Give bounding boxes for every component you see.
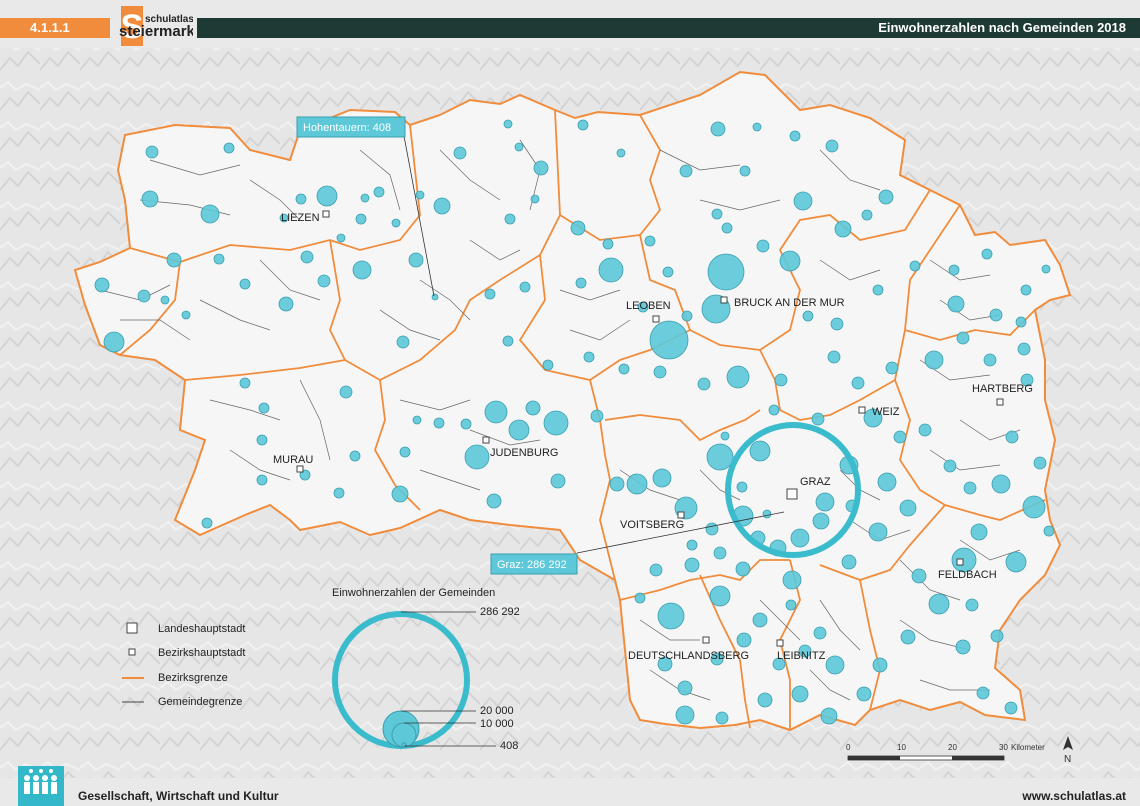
town-label-leoben: LEOBEN (626, 300, 671, 312)
scale-tick-10: 10 (897, 743, 906, 752)
legend-value-20000: 20 000 (480, 705, 514, 717)
footer-website-link[interactable]: www.schulatlas.at (1022, 789, 1126, 803)
scale-tick-30: 30 (999, 743, 1008, 752)
people-icon (18, 766, 64, 806)
chapter-code: 4.1.1.1 (30, 20, 70, 35)
legend-symbol-landeshauptstadt (126, 622, 138, 634)
legend-circle-408 (401, 742, 407, 748)
town-label-feldbach: FELDBACH (938, 569, 997, 581)
schulatlas-logo: S schulatlas steiermark (119, 6, 193, 46)
legend-label-bezirkshauptstadt: Bezirkshauptstadt (158, 647, 245, 659)
scale-tick-0: 0 (846, 743, 851, 752)
town-label-voitsberg: VOITSBERG (620, 519, 684, 531)
title-bar: Einwohnerzahlen nach Gemeinden 2018 (197, 18, 1140, 38)
town-label-graz: GRAZ (800, 476, 831, 488)
legend-label-landeshauptstadt: Landeshauptstadt (158, 623, 245, 635)
callout-graz-label: Graz: 286 292 (497, 559, 567, 571)
town-label-deutschlandsberg: DEUTSCHLANDSBERG (628, 650, 749, 662)
town-label-liezen: LIEZEN (281, 212, 320, 224)
page-title: Einwohnerzahlen nach Gemeinden 2018 (878, 20, 1126, 35)
header: 4.1.1.1 S schulatlas steiermark Einwohne… (0, 0, 1140, 48)
logo-text-bottom: steiermark (119, 23, 193, 40)
town-label-judenburg: JUDENBURG (490, 447, 558, 459)
north-label: N (1064, 754, 1071, 765)
legend-label-bezirksgrenze: Bezirksgrenze (158, 672, 228, 684)
callout-hohentauern-label: Hohentauern: 408 (303, 122, 391, 134)
legend-symbol-bezirkshauptstadt (128, 648, 136, 656)
scale-tick-20: 20 (948, 743, 957, 752)
legend-value-max: 286 292 (480, 606, 520, 618)
town-label-leibnitz: LEIBNITZ (777, 650, 826, 662)
town-label-hartberg: HARTBERG (972, 383, 1033, 395)
legend-title: Einwohnerzahlen der Gemeinden (332, 587, 495, 599)
footer-section-label: Gesellschaft, Wirtschaft und Kultur (78, 789, 279, 803)
legend-label-gemeindegrenze: Gemeindegrenze (158, 696, 242, 708)
legend-value-408: 408 (500, 740, 518, 752)
town-label-bruck: BRUCK AN DER MUR (734, 297, 845, 309)
town-label-murau: MURAU (273, 454, 313, 466)
legend-value-10000: 10 000 (480, 718, 514, 730)
scale-unit: Kilometer (1011, 743, 1045, 752)
map-canvas: LIEZEN LEOBEN BRUCK AN DER MUR HARTBERG … (0, 48, 1140, 778)
town-label-weiz: WEIZ (872, 406, 900, 418)
